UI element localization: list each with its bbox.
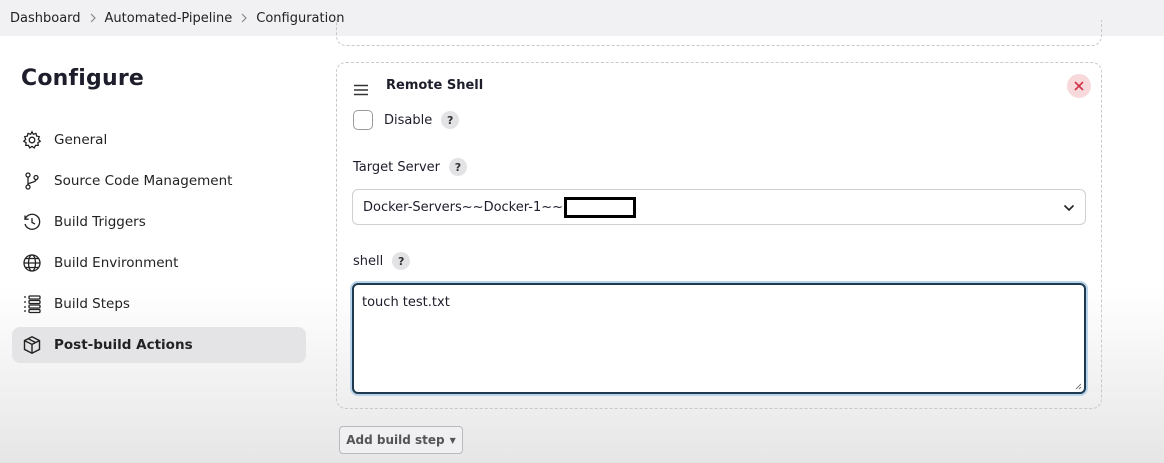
- sidebar-item-label: Source Code Management: [54, 173, 233, 189]
- target-server-value: Docker-Servers~~Docker-1~~: [363, 199, 564, 215]
- chevron-right-icon: [81, 13, 105, 23]
- gear-icon: [22, 130, 42, 150]
- target-server-select[interactable]: Docker-Servers~~Docker-1~~: [352, 189, 1086, 225]
- shell-command-text: touch test.txt: [362, 295, 450, 310]
- sidebar-item-build-steps[interactable]: Build Steps: [12, 286, 306, 322]
- disable-checkbox[interactable]: [353, 110, 373, 130]
- help-icon[interactable]: ?: [392, 252, 411, 270]
- block-title: Remote Shell: [386, 78, 484, 93]
- caret-down-icon: ▼: [449, 435, 456, 445]
- chevron-right-icon: [232, 13, 256, 23]
- page-title: Configure: [21, 66, 145, 91]
- shell-label: shell: [353, 253, 384, 269]
- sidebar-item-label: Build Steps: [54, 296, 130, 312]
- chevron-down-icon: [1063, 204, 1075, 212]
- redacted-box: [564, 196, 637, 218]
- help-icon[interactable]: ?: [448, 158, 467, 176]
- list-icon: [22, 294, 42, 314]
- shell-textarea[interactable]: touch test.txt: [352, 283, 1086, 394]
- sidebar-item-build-environment[interactable]: Build Environment: [12, 245, 306, 281]
- globe-icon: [22, 253, 42, 273]
- remote-shell-block: Remote Shell Disable ? Target Server ? D…: [336, 62, 1102, 409]
- disable-label: Disable: [384, 112, 433, 128]
- add-build-step-label: Add build step: [346, 433, 445, 447]
- clock-icon: [22, 212, 42, 232]
- shell-label-row: shell ?: [353, 252, 411, 270]
- drag-handle-icon[interactable]: [353, 81, 369, 96]
- branch-icon: [22, 171, 42, 191]
- target-server-label-row: Target Server ?: [353, 158, 467, 176]
- sidebar-item-general[interactable]: General: [12, 122, 306, 158]
- help-icon[interactable]: ?: [441, 111, 460, 129]
- target-server-label: Target Server: [353, 159, 440, 175]
- sidebar-item-label: Build Triggers: [54, 214, 146, 230]
- sidebar-item-label: Build Environment: [54, 255, 179, 271]
- close-button[interactable]: [1067, 74, 1091, 98]
- previous-build-step-block: [336, 20, 1102, 46]
- package-icon: [22, 335, 42, 355]
- breadcrumb-configuration[interactable]: Configuration: [256, 11, 344, 26]
- sidebar-item-post-build-actions[interactable]: Post-build Actions: [12, 327, 306, 363]
- resize-grip-icon[interactable]: [1075, 383, 1082, 390]
- close-icon: [1074, 81, 1084, 91]
- sidebar-item-source-code-management[interactable]: Source Code Management: [12, 163, 306, 199]
- sidebar: General Source Code Management Build Tri…: [12, 122, 306, 368]
- add-build-step-button[interactable]: Add build step ▼: [339, 426, 463, 454]
- sidebar-item-label: General: [54, 132, 108, 148]
- disable-row: Disable ?: [353, 110, 460, 130]
- sidebar-item-build-triggers[interactable]: Build Triggers: [12, 204, 306, 240]
- breadcrumb-pipeline[interactable]: Automated-Pipeline: [105, 11, 233, 26]
- breadcrumb-dashboard[interactable]: Dashboard: [10, 11, 81, 26]
- sidebar-item-label: Post-build Actions: [54, 337, 193, 353]
